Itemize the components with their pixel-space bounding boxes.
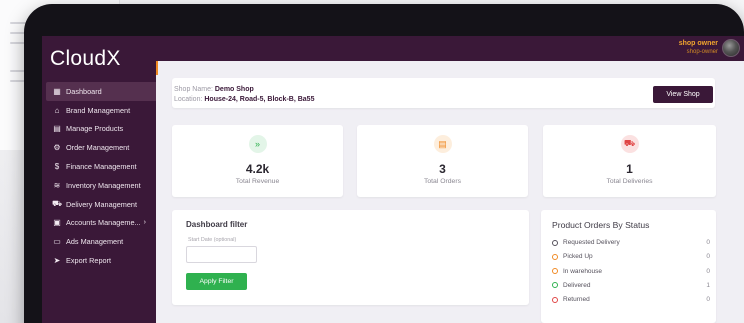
status-circle-icon (552, 253, 558, 260)
stat-value: 4.2k (245, 162, 270, 176)
avatar[interactable] (722, 39, 740, 57)
status-circle-icon (552, 239, 558, 246)
status-label: Requested Delivery (563, 239, 620, 246)
status-label: Returned (563, 296, 590, 304)
chevrons-down-icon: » (248, 135, 267, 153)
layers-icon: ≋ (53, 180, 61, 190)
stat-card-orders: ▤ 3 Total Orders (357, 125, 528, 197)
status-title: Product Orders By Status (552, 220, 650, 230)
sidebar-item-label: Order Management (66, 143, 130, 153)
shop-name-line: Shop Name: Demo Shop (174, 86, 254, 93)
status-count: 0 (706, 296, 710, 304)
dollar-icon: $ (54, 162, 60, 172)
sidebar-item-label: Export Report (66, 256, 112, 266)
status-row: Returned 0 (552, 296, 710, 303)
shop-info-card: Shop Name: Demo Shop Location: House-24,… (172, 78, 715, 108)
shop-location-line: Location: House-24, Road-5, Block-B, Ba5… (174, 96, 314, 103)
status-circle-icon (552, 268, 558, 275)
sidebar-item-label: Manage Products (66, 124, 124, 134)
shop-name-label: Shop Name: (174, 86, 213, 93)
sidebar-item-label: Accounts Manageme... (66, 218, 141, 228)
sidebar-item-export-report[interactable]: ➤ Export Report (46, 251, 156, 270)
dashboard-filter-card: Dashboard filter Start Date (optional) A… (172, 210, 529, 305)
app-logo: CloudX (50, 47, 121, 70)
sidebar-item-finance-management[interactable]: $ Finance Management (46, 157, 156, 176)
status-count: 0 (706, 253, 710, 261)
sidebar-item-ads-management[interactable]: ▭ Ads Management (46, 232, 156, 251)
status-label: Delivered (563, 281, 591, 289)
stat-card-revenue: » 4.2k Total Revenue (172, 125, 343, 197)
gear-icon: ⚙ (53, 143, 61, 153)
sidebar-item-brand-management[interactable]: ⌂ Brand Management (46, 101, 156, 120)
sidebar-item-label: Brand Management (66, 105, 131, 115)
status-count: 1 (706, 281, 710, 289)
sidebar-item-label: Ads Management (66, 237, 124, 247)
sidebar: CloudX ▦ Dashboard ⌂ Brand Management ▤ Manag… (42, 36, 156, 323)
stat-value: 3 (439, 162, 446, 176)
chevron-right-icon: › (143, 219, 146, 227)
status-label: In warehouse (563, 267, 603, 275)
status-row: In warehouse 0 (552, 268, 710, 275)
sidebar-nav: ▦ Dashboard ⌂ Brand Management ▤ Manage Produ… (46, 82, 156, 270)
active-accent (156, 61, 158, 75)
user-info[interactable]: shop owner shop-owner (679, 40, 718, 56)
truck-icon: ⛟ (51, 199, 63, 209)
user-name: shop owner (678, 40, 718, 47)
shop-name: Demo Shop (214, 86, 254, 93)
stat-label: Total Deliveries (606, 178, 653, 185)
sidebar-item-manage-products[interactable]: ▤ Manage Products (46, 120, 156, 139)
shop-location: House-24, Road-5, Block-B, Ba55 (204, 96, 315, 103)
store-icon: ⌂ (54, 105, 60, 115)
status-count: 0 (706, 239, 710, 246)
gift-icon: ▤ (53, 124, 61, 134)
app-screen: shop owner shop-owner CloudX ▦ Dashboard ⌂… (42, 36, 744, 323)
send-icon: ➤ (53, 256, 61, 266)
stat-label: Total Revenue (235, 178, 280, 185)
user-role: shop-owner (686, 49, 718, 55)
stat-label: Total Orders (423, 178, 462, 185)
sidebar-item-label: Inventory Management (66, 180, 141, 190)
book-icon: ▣ (53, 218, 61, 228)
sidebar-item-inventory-management[interactable]: ≋ Inventory Management (46, 176, 156, 195)
monitor-icon: ▭ (53, 237, 61, 247)
status-label: Picked Up (563, 253, 593, 261)
filter-title: Dashboard filter (186, 220, 248, 229)
sidebar-item-accounts-manageme[interactable]: ▣ Accounts Manageme... › (46, 214, 156, 233)
start-date-label: Start Date (optional) (188, 237, 237, 243)
start-date-input[interactable] (186, 246, 257, 263)
view-shop-button[interactable]: View Shop (653, 86, 713, 103)
sidebar-item-delivery-management[interactable]: ⛟ Delivery Management (46, 195, 156, 214)
status-circle-icon (552, 282, 558, 289)
apply-filter-button[interactable]: Apply Filter (186, 273, 247, 290)
status-row: Requested Delivery 0 (552, 239, 710, 246)
grid-icon: ▦ (53, 86, 61, 96)
orders-by-status-card: Product Orders By Status Requested Deliv… (541, 210, 716, 323)
truck-icon: ⛟ (620, 135, 639, 153)
status-count: 0 (706, 267, 710, 275)
sidebar-item-dashboard[interactable]: ▦ Dashboard (46, 82, 156, 101)
status-circle-icon (552, 296, 558, 303)
sidebar-item-label: Finance Management (66, 162, 137, 172)
status-row: Delivered 1 (552, 282, 710, 289)
shop-location-label: Location: (174, 96, 203, 103)
sidebar-item-order-management[interactable]: ⚙ Order Management (46, 138, 156, 157)
stat-card-deliveries: ⛟ 1 Total Deliveries (543, 125, 716, 197)
scene: shop owner shop-owner CloudX ▦ Dashboard ⌂… (0, 0, 744, 323)
stat-value: 1 (626, 162, 633, 176)
sidebar-item-label: Dashboard (66, 86, 102, 96)
status-row: Picked Up 0 (552, 253, 710, 260)
clipboard-icon: ▤ (433, 135, 452, 153)
sidebar-item-label: Delivery Management (66, 199, 137, 209)
